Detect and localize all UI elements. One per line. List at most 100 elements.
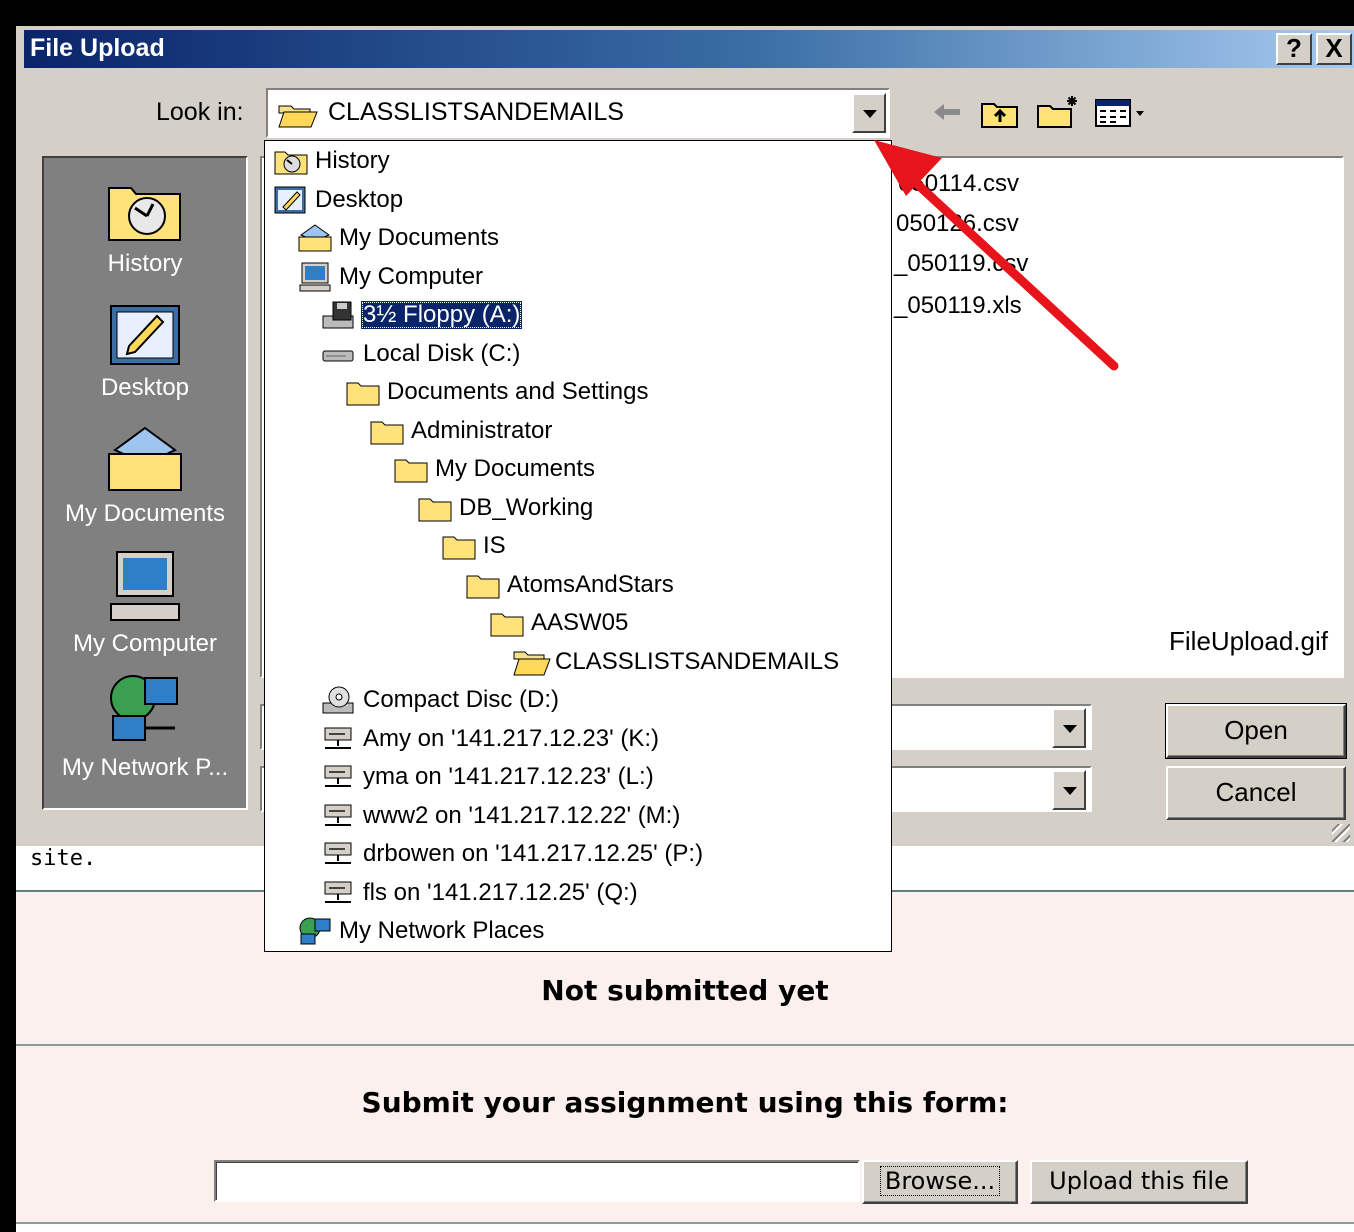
folder-icon <box>417 491 457 525</box>
dropdown-item-label: Amy on '141.217.12.23' (K:) <box>363 724 660 752</box>
place-label: My Documents <box>64 500 226 527</box>
dropdown-item-label: Compact Disc (D:) <box>363 686 560 713</box>
page-bottom-rule <box>16 1222 1354 1232</box>
place-desktop[interactable]: Desktop <box>44 298 246 402</box>
place-my-documents[interactable]: My Documents <box>44 424 246 528</box>
dropdown-item-label: yma on '141.217.12.23' (L:) <box>363 763 654 790</box>
network-drive-icon <box>321 837 361 871</box>
cancel-button[interactable]: Cancel <box>1166 766 1346 820</box>
dropdown-item-label: My Documents <box>339 224 500 251</box>
look-in-label: Look in: <box>156 98 244 126</box>
up-folder-icon[interactable] <box>978 92 1022 132</box>
browse-button-label: Browse... <box>879 1166 1001 1196</box>
dropdown-item-label: History <box>315 147 390 174</box>
place-label: My Computer <box>72 630 218 657</box>
file-item[interactable]: _050119.xls <box>894 292 1022 320</box>
form-title: Submit your assignment using this form: <box>361 1086 1009 1119</box>
dropdown-item[interactable]: yma on '141.217.12.23' (L:) <box>321 758 656 796</box>
dropdown-item-label: Desktop <box>315 185 404 213</box>
file-item[interactable]: 050126.csv <box>896 210 1019 238</box>
view-menu-icon[interactable] <box>1092 92 1152 132</box>
browse-button[interactable]: Browse... <box>862 1160 1018 1204</box>
open-folder-icon <box>513 645 553 679</box>
folder-icon <box>345 375 385 409</box>
look-in-value: CLASSLISTSANDEMAILS <box>328 98 624 126</box>
dropdown-item[interactable]: My Documents <box>393 450 597 488</box>
dropdown-item[interactable]: fls on '141.217.12.25' (Q:) <box>321 874 640 912</box>
look-in-combobox[interactable]: CLASSLISTSANDEMAILS <box>266 88 890 138</box>
dropdown-item[interactable]: Compact Disc (D:) <box>321 681 561 719</box>
back-arrow-icon[interactable] <box>928 92 968 132</box>
floppy-drive-icon <box>321 298 361 332</box>
network-drive-icon <box>321 722 361 756</box>
dropdown-item[interactable]: DB_Working <box>417 489 595 527</box>
dropdown-item[interactable]: AtomsAndStars <box>465 566 676 604</box>
network-drive-icon <box>321 876 361 910</box>
dropdown-item-label: Local Disk (C:) <box>363 339 521 367</box>
hard-disk-icon <box>321 337 361 371</box>
dropdown-item-label: IS <box>483 532 506 559</box>
dropdown-item[interactable]: Documents and Settings <box>345 373 650 411</box>
file-type-dropdown-button[interactable] <box>1052 770 1086 810</box>
place-my-computer[interactable]: My Computer <box>44 548 246 658</box>
file-item[interactable]: _050119.csv <box>894 250 1028 278</box>
dropdown-item[interactable]: Amy on '141.217.12.23' (K:) <box>321 720 661 758</box>
new-folder-icon[interactable] <box>1034 92 1082 132</box>
file-name-dropdown-button[interactable] <box>1052 708 1086 748</box>
file-item[interactable]: 050114.csv <box>898 170 1019 198</box>
dropdown-item[interactable]: Desktop <box>273 181 405 219</box>
my-computer-icon <box>297 260 337 294</box>
dropdown-item[interactable]: CLASSLISTSANDEMAILS <box>513 643 841 681</box>
dropdown-item[interactable]: History <box>273 142 392 180</box>
desktop-icon <box>110 305 180 365</box>
my-documents-icon <box>297 221 337 255</box>
folder-icon <box>441 529 481 563</box>
place-label: My Network P... <box>61 754 229 781</box>
dropdown-item[interactable]: AASW05 <box>489 604 630 642</box>
dropdown-item[interactable]: My Documents <box>297 219 501 257</box>
resize-grip[interactable] <box>1332 824 1350 842</box>
dropdown-item[interactable]: My Network Places <box>297 912 546 950</box>
dropdown-item-label: My Network Places <box>339 917 545 944</box>
place-my-network[interactable]: My Network P... <box>44 672 246 782</box>
place-history[interactable]: History <box>44 174 246 278</box>
dropdown-item-label: AASW05 <box>531 609 629 636</box>
page-text-fragment: site. <box>30 846 97 871</box>
dropdown-item-label: My Computer <box>339 262 484 290</box>
open-folder-icon <box>278 100 318 133</box>
dropdown-item[interactable]: My Computer <box>297 258 485 296</box>
dropdown-item-label: www2 on '141.217.12.22' (M:) <box>363 801 681 829</box>
look-in-dropdown-button[interactable] <box>852 93 886 133</box>
dropdown-item[interactable]: Local Disk (C:) <box>321 335 522 373</box>
dropdown-item[interactable]: IS <box>441 527 508 565</box>
file-path-input[interactable] <box>214 1160 860 1202</box>
dialog-titlebar[interactable]: File Upload ? X <box>24 30 1354 68</box>
help-button[interactable]: ? <box>1276 33 1312 65</box>
dropdown-item[interactable]: 3½ Floppy (A:) <box>321 296 523 334</box>
submission-status: Not submitted yet <box>541 974 829 1007</box>
place-label: History <box>107 250 183 277</box>
dropdown-item-label: My Documents <box>435 455 596 482</box>
my-documents-icon <box>108 426 182 491</box>
dropdown-item[interactable]: drbowen on '141.217.12.25' (P:) <box>321 835 705 873</box>
dropdown-item-label: AtomsAndStars <box>507 570 674 598</box>
dropdown-item-label: fls on '141.217.12.25' (Q:) <box>363 878 638 906</box>
close-button[interactable]: X <box>1316 33 1352 65</box>
dropdown-item-label: drbowen on '141.217.12.25' (P:) <box>363 840 704 867</box>
dropdown-item[interactable]: Administrator <box>369 412 554 450</box>
dropdown-item[interactable]: www2 on '141.217.12.22' (M:) <box>321 797 682 835</box>
my-network-places-icon <box>297 914 337 948</box>
dropdown-item-label: CLASSLISTSANDEMAILS <box>555 647 840 675</box>
upload-button[interactable]: Upload this file <box>1030 1160 1248 1204</box>
dialog-title: File Upload <box>30 34 165 62</box>
image-caption: FileUpload.gif <box>1169 626 1328 656</box>
my-network-places-icon <box>110 675 178 741</box>
place-label: Desktop <box>100 374 190 401</box>
places-bar: History Desktop My Documents My Computer… <box>42 156 248 810</box>
look-in-dropdown-list[interactable]: History Desktop My Documents My Computer 3½ … <box>264 140 892 952</box>
network-drive-icon <box>321 760 361 794</box>
folder-icon <box>369 414 409 448</box>
open-button[interactable]: Open <box>1166 704 1346 758</box>
history-icon <box>273 144 313 178</box>
folder-icon <box>489 606 529 640</box>
